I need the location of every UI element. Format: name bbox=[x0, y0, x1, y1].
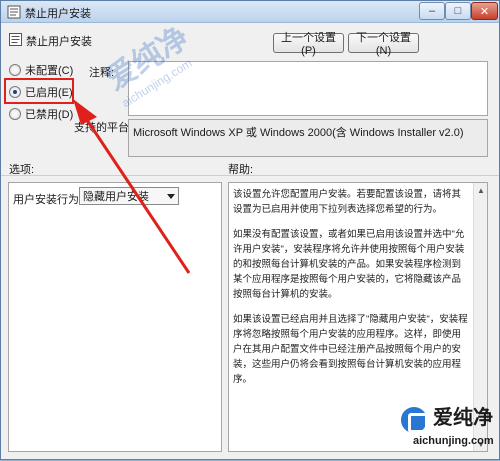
red-arrow-annotation bbox=[73, 99, 191, 274]
corner-watermark-cn: 爱纯净 bbox=[433, 407, 493, 429]
brand-logo-icon bbox=[399, 405, 429, 435]
dialog-window: 禁止用户安装 – □ ✕ 禁止用户安装 上一个设置(P) 下一个设置(N) 未配… bbox=[0, 0, 500, 460]
corner-watermark: 爱纯净 aichunjing.com bbox=[399, 399, 499, 457]
corner-watermark-en: aichunjing.com bbox=[413, 435, 494, 447]
